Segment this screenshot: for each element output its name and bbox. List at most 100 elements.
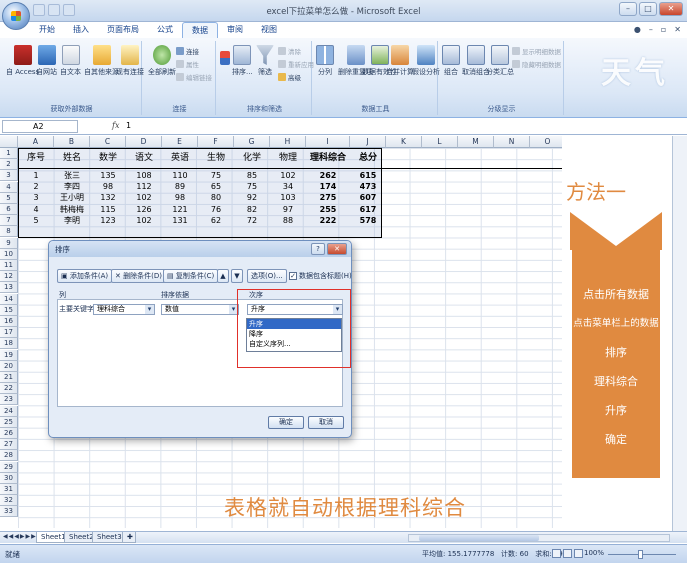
table-cell[interactable]: 张三 (54, 170, 90, 181)
table-cell[interactable]: 578 (350, 215, 386, 226)
table-cell[interactable]: 3 (18, 192, 54, 203)
row-header[interactable]: 3 (0, 170, 18, 182)
column-select[interactable]: 理科综合 (93, 304, 155, 315)
column-header[interactable]: G (234, 136, 270, 148)
from-text-button[interactable]: 自文本 (60, 45, 81, 77)
row-header[interactable]: 4 (0, 181, 18, 193)
undo-icon[interactable] (48, 4, 60, 16)
row-header[interactable]: 1 (0, 148, 18, 159)
table-cell[interactable]: 262 (306, 170, 350, 181)
row-header[interactable]: 15 (0, 304, 18, 316)
row-header[interactable]: 28 (0, 450, 18, 462)
minimize-button[interactable]: – (619, 2, 637, 16)
filter-button[interactable]: 筛选 (256, 45, 274, 77)
table-cell[interactable]: 王小明 (54, 192, 90, 203)
vertical-scrollbar[interactable] (672, 136, 687, 531)
existing-connections-button[interactable]: 现有连接 (116, 45, 144, 77)
insert-sheet-icon[interactable]: ✚ (122, 532, 136, 543)
table-cell[interactable]: 108 (126, 170, 162, 181)
row-header[interactable]: 31 (0, 484, 18, 495)
table-cell[interactable]: 275 (306, 192, 350, 203)
normal-view-icon[interactable] (552, 549, 561, 558)
maximize-button[interactable]: □ (639, 2, 657, 16)
table-cell[interactable]: 2 (18, 181, 54, 192)
table-header-cell[interactable]: 数学 (90, 153, 126, 164)
ok-button[interactable]: 确定 (268, 416, 304, 429)
table-cell[interactable]: 72 (234, 215, 270, 226)
table-cell[interactable]: 121 (162, 204, 198, 215)
table-cell[interactable]: 123 (90, 215, 126, 226)
ribbon-minimize-icon[interactable]: – (649, 25, 653, 34)
table-cell[interactable]: 62 (198, 215, 234, 226)
zoom-slider-thumb[interactable] (638, 550, 643, 559)
table-header-cell[interactable]: 序号 (18, 153, 54, 164)
column-header[interactable]: K (386, 136, 422, 148)
properties-button[interactable]: 属性 (176, 59, 199, 69)
column-header[interactable]: A (18, 136, 54, 148)
consolidate-button[interactable]: 合并计算 (386, 45, 414, 77)
row-header[interactable]: 23 (0, 394, 18, 406)
sheet-nav-arrows-icon[interactable]: ◀◀◀▶▶▶ (3, 533, 37, 540)
column-header[interactable]: B (54, 136, 90, 148)
table-cell[interactable]: 82 (234, 204, 270, 215)
what-if-button[interactable]: 假设分析 (412, 45, 440, 77)
clear-filter-button[interactable]: 清除 (278, 46, 301, 56)
table-cell[interactable]: 92 (234, 192, 270, 203)
redo-icon[interactable] (63, 4, 75, 16)
row-header[interactable]: 16 (0, 316, 18, 327)
table-cell[interactable]: 85 (234, 170, 270, 181)
column-header[interactable]: F (198, 136, 234, 148)
add-level-button[interactable]: ▣ 添加条件(A) (57, 269, 113, 283)
row-header[interactable]: 22 (0, 383, 18, 395)
column-header[interactable]: E (162, 136, 198, 148)
tab-view[interactable]: 视图 (252, 22, 286, 38)
table-cell[interactable]: 174 (306, 181, 350, 192)
row-header[interactable]: 18 (0, 338, 18, 350)
table-cell[interactable]: 255 (306, 204, 350, 215)
table-cell[interactable]: 89 (162, 181, 198, 192)
row-header[interactable]: 30 (0, 472, 18, 484)
tab-home[interactable]: 开始 (30, 22, 64, 38)
table-cell[interactable]: 76 (198, 204, 234, 215)
sort-az-button[interactable] (220, 51, 230, 67)
column-header[interactable]: L (422, 136, 458, 148)
sort-on-select[interactable]: 数值 (161, 304, 239, 315)
row-header[interactable]: 29 (0, 461, 18, 473)
fx-icon[interactable]: fx (112, 121, 119, 130)
table-cell[interactable]: 132 (90, 192, 126, 203)
table-cell[interactable]: 1 (18, 170, 54, 181)
horizontal-scrollbar[interactable] (408, 534, 670, 542)
row-header[interactable]: 27 (0, 439, 18, 451)
has-headers-checkbox[interactable]: ✓ 数据包含标题(H) (289, 271, 352, 281)
row-header[interactable]: 11 (0, 260, 18, 271)
help-icon[interactable]: ● (634, 25, 641, 34)
edit-links-button[interactable]: 编辑链接 (176, 72, 212, 82)
table-cell[interactable]: 473 (350, 181, 386, 192)
table-header-cell[interactable]: 总分 (350, 153, 386, 164)
row-header[interactable]: 9 (0, 237, 18, 249)
options-button[interactable]: 选项(O)... (247, 269, 287, 283)
tab-formulas[interactable]: 公式 (148, 22, 182, 38)
row-header[interactable]: 33 (0, 506, 18, 518)
advanced-filter-button[interactable]: 高级 (278, 72, 301, 82)
table-header-cell[interactable]: 语文 (126, 153, 162, 164)
row-header[interactable]: 21 (0, 372, 18, 383)
zoom-level[interactable]: 100% (584, 549, 604, 557)
column-header[interactable]: D (126, 136, 162, 148)
column-header[interactable]: C (90, 136, 126, 148)
cancel-button[interactable]: 取消 (308, 416, 344, 429)
table-cell[interactable]: 607 (350, 192, 386, 203)
zoom-slider[interactable] (608, 550, 676, 559)
row-header[interactable]: 17 (0, 327, 18, 339)
row-header[interactable]: 24 (0, 405, 18, 417)
ribbon-close-icon[interactable]: ✕ (674, 25, 681, 34)
column-header[interactable]: O (530, 136, 566, 148)
from-access-button[interactable]: 自 Access (6, 45, 39, 77)
table-cell[interactable]: 65 (198, 181, 234, 192)
column-header[interactable]: J (350, 136, 386, 148)
tab-insert[interactable]: 插入 (64, 22, 98, 38)
move-down-button[interactable]: ▼ (231, 269, 243, 283)
row-header[interactable]: 5 (0, 192, 18, 204)
tab-data[interactable]: 数据 (182, 22, 218, 38)
row-header[interactable]: 13 (0, 282, 18, 294)
